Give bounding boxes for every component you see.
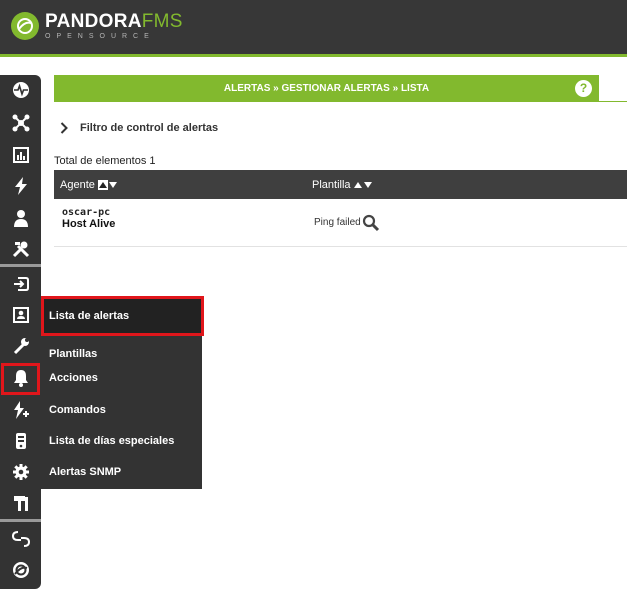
table-header: Agente Plantilla [54,170,627,199]
submenu-item-label: Lista de alertas [49,310,130,322]
sidebar-separator [0,519,41,522]
alert-bolt-icon[interactable] [0,395,41,425]
breadcrumb-text: ALERTAS » GESTIONAR ALERTAS » LISTA [223,83,430,94]
login-icon[interactable] [0,269,41,299]
breadcrumb: ALERTAS » GESTIONAR ALERTAS » LISTA ? [54,75,599,102]
help-icon[interactable]: ? [575,80,592,97]
sidebar-separator [0,264,41,267]
monitoring-icon[interactable] [0,75,41,105]
total-elements: Total de elementos 1 [54,155,156,167]
admin-tools-icon[interactable] [0,488,41,518]
alert-filter-toggle[interactable]: Filtro de control de alertas [60,122,218,134]
sort-icon[interactable] [353,181,372,188]
events-icon[interactable] [0,171,41,201]
logo-mark-icon [11,12,39,40]
submenu-item-commands[interactable]: Comandos [49,404,106,416]
device-icon[interactable] [0,426,41,456]
column-agent-label: Agente [60,178,95,191]
column-agent[interactable]: Agente [60,170,117,199]
breadcrumb-underline [599,101,627,102]
pandora-logo[interactable]: PANDORAFMS OPENSOURCE [11,12,183,40]
sort-icon[interactable] [97,179,117,190]
wrench-icon[interactable] [0,331,41,361]
top-header: PANDORAFMS OPENSOURCE [0,0,627,54]
submenu-item-snmp-alerts[interactable]: Alertas SNMP [49,466,121,478]
submenu-item-alert-list[interactable]: Lista de alertas [41,296,204,336]
agent-name[interactable]: oscar-pc [62,207,110,218]
submenu-item-actions[interactable]: Acciones [49,372,98,384]
settings-gear-icon[interactable] [0,457,41,487]
sort-desc-icon[interactable] [108,181,117,188]
network-topology-icon[interactable] [0,108,41,138]
pandora-icon[interactable] [0,555,41,585]
sort-desc-icon[interactable] [363,181,372,188]
user-card-icon[interactable] [0,300,41,330]
search-icon[interactable] [362,214,380,232]
sort-asc-icon[interactable] [97,179,108,190]
submenu-item-special-days[interactable]: Lista de días especiales [49,435,174,447]
sort-asc-icon[interactable] [353,181,362,188]
reports-icon[interactable] [0,140,41,170]
column-template[interactable]: Plantilla [312,170,372,199]
table-row: oscar-pc Host Alive Ping failed [54,199,627,247]
header-accent-line [0,54,627,57]
filter-label: Filtro de control de alertas [80,122,219,134]
template-name: Ping failed [314,217,361,228]
chevron-right-icon [60,122,68,134]
submenu-item-templates[interactable]: Plantillas [49,348,97,360]
logo-wordmark: PANDORAFMS [45,11,183,32]
logo-subtitle: OPENSOURCE [45,33,155,40]
module-name: Host Alive [62,218,116,230]
main-sidebar [0,75,41,589]
users-icon[interactable] [0,203,41,233]
tools-icon[interactable] [0,234,41,264]
column-template-label: Plantilla [312,178,351,191]
links-icon[interactable] [0,524,41,554]
active-menu-highlight [1,363,40,395]
